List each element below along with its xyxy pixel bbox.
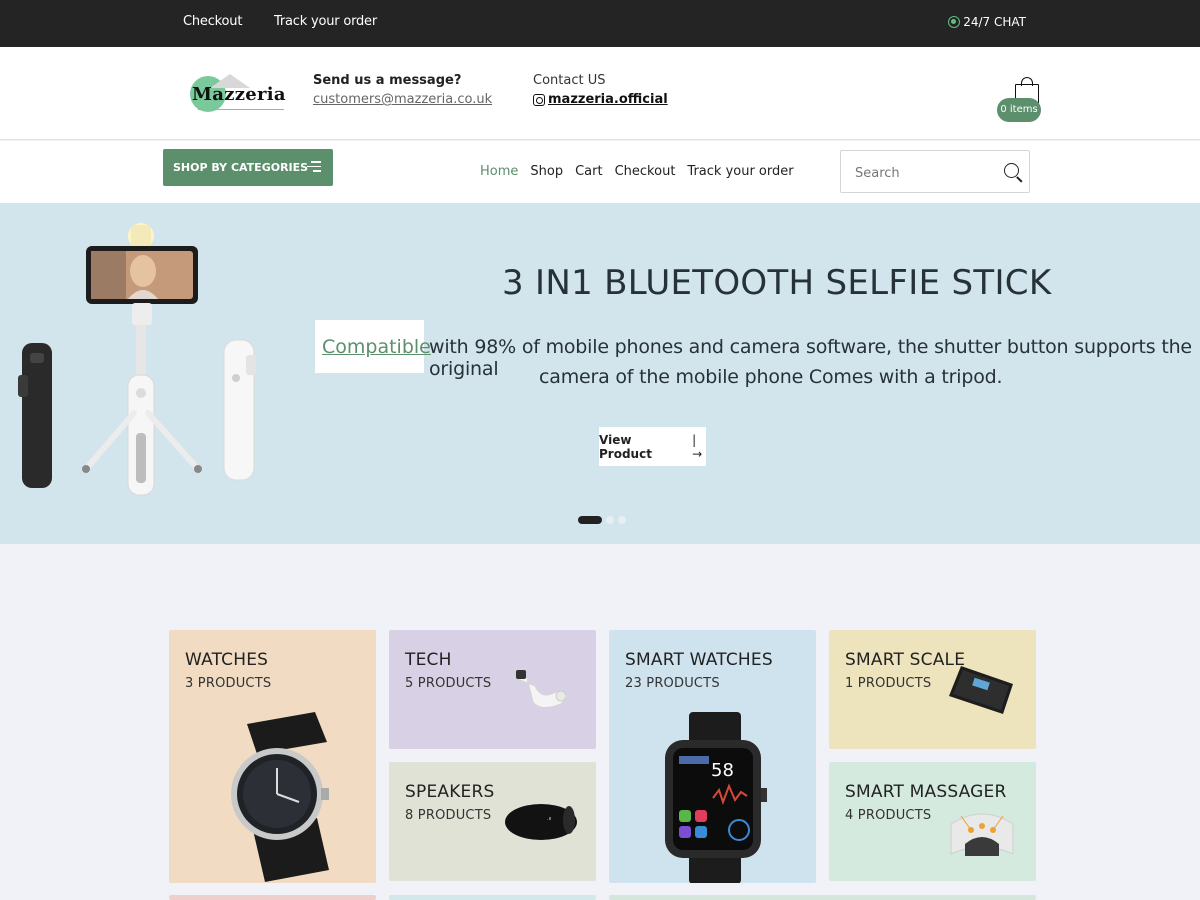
compatible-highlight: Compatible	[315, 320, 431, 373]
nav-links: Home Shop Cart Checkout Track your order	[480, 164, 794, 179]
top-bar: Checkout Track your order 24/7 CHAT	[0, 0, 1200, 47]
charging-stand-image	[514, 670, 568, 708]
category-count: 23 PRODUCTS	[625, 676, 720, 691]
instagram-link[interactable]: mazzeria.official	[533, 92, 668, 107]
category-name: WATCHES	[185, 650, 269, 670]
nav-item-cart[interactable]: Cart	[575, 164, 603, 179]
category-count: 1 PRODUCTS	[845, 676, 932, 691]
logo-text: Mazzeria	[192, 84, 286, 105]
selfie-stick-image	[18, 223, 256, 496]
category-count: 5 PRODUCTS	[405, 676, 492, 691]
view-product-label: View Product	[599, 432, 652, 461]
arrow-right-icon: |→	[692, 432, 703, 461]
contact-heading: Contact US	[533, 73, 606, 88]
category-card-tech[interactable]: TECH 5 PRODUCTS	[389, 630, 596, 749]
topbar-track-order-link[interactable]: Track your order	[274, 14, 377, 29]
category-card-partial[interactable]	[609, 895, 1036, 900]
search-icon[interactable]	[1004, 163, 1019, 178]
svg-text:58: 58	[711, 760, 734, 781]
menu-icon	[307, 161, 321, 173]
email-link[interactable]: customers@mazzeria.co.uk	[313, 92, 492, 107]
compatible-link[interactable]: Compatible	[322, 336, 431, 358]
watch-image	[231, 712, 329, 882]
smart-watch-image: 58	[665, 712, 767, 883]
chat-link[interactable]: 24/7 CHAT	[948, 15, 1026, 29]
hero-description-line2: camera of the mobile phone Comes with a …	[539, 366, 1003, 388]
smart-scale-image	[949, 666, 1013, 714]
category-card-partial[interactable]	[389, 895, 596, 900]
chat-bubble-icon	[948, 16, 961, 28]
slider-dot[interactable]	[578, 516, 602, 524]
instagram-handle: mazzeria.official	[548, 92, 668, 107]
topbar-checkout-link[interactable]: Checkout	[183, 14, 242, 29]
slider-dot[interactable]	[606, 516, 614, 524]
category-name: SMART WATCHES	[625, 650, 773, 670]
chat-label: 24/7 CHAT	[963, 15, 1026, 29]
category-name: SPEAKERS	[405, 782, 495, 802]
message-block: Send us a message? customers@mazzeria.co…	[313, 73, 492, 107]
message-heading: Send us a message?	[313, 73, 462, 88]
cart-count-badge: 0 items	[997, 98, 1041, 122]
hero-slider: 3 IN1 BLUETOOTH SELFIE STICK Compatible …	[0, 203, 1200, 544]
category-card-partial[interactable]	[169, 895, 376, 900]
category-card-smart-massager[interactable]: SMART MASSAGER 4 PRODUCTS	[829, 762, 1036, 881]
massager-image	[950, 813, 1014, 856]
category-name: TECH	[405, 650, 452, 670]
search-box	[840, 150, 1030, 193]
slider-dot[interactable]	[618, 516, 626, 524]
nav-item-track-order[interactable]: Track your order	[687, 164, 793, 179]
slider-dots	[578, 516, 626, 524]
logo[interactable]: Mazzeria	[190, 74, 286, 116]
view-product-button[interactable]: View Product |→	[599, 427, 706, 466]
cart-button[interactable]: 0 items	[997, 77, 1041, 127]
nav-item-home[interactable]: Home	[480, 164, 518, 179]
category-count: 3 PRODUCTS	[185, 676, 272, 691]
category-count: 8 PRODUCTS	[405, 808, 492, 823]
shop-by-categories-label: SHOP BY CATEGORIES	[173, 161, 309, 174]
category-card-smart-scale[interactable]: SMART SCALE 1 PRODUCTS	[829, 630, 1036, 749]
category-name: SMART MASSAGER	[845, 782, 1007, 802]
svg-text:.ıı: .ıı	[547, 816, 551, 822]
hero-title: 3 IN1 BLUETOOTH SELFIE STICK	[502, 263, 1052, 303]
site-header: Mazzeria Send us a message? customers@ma…	[0, 47, 1200, 140]
category-card-speakers[interactable]: SPEAKERS 8 PRODUCTS .ıı	[389, 762, 596, 881]
nav-item-checkout[interactable]: Checkout	[615, 164, 676, 179]
shop-by-categories-button[interactable]: SHOP BY CATEGORIES	[163, 149, 333, 186]
instagram-icon	[533, 93, 545, 106]
speaker-image: .ıı	[505, 804, 577, 840]
category-card-watches[interactable]: WATCHES 3 PRODUCTS	[169, 630, 376, 883]
nav-item-shop[interactable]: Shop	[530, 164, 563, 179]
contact-block: Contact US mazzeria.official	[533, 73, 668, 107]
category-card-smart-watches[interactable]: SMART WATCHES 23 PRODUCTS 58	[609, 630, 816, 883]
search-input[interactable]	[855, 163, 995, 183]
category-count: 4 PRODUCTS	[845, 808, 932, 823]
main-nav: SHOP BY CATEGORIES Home Shop Cart Checko…	[0, 141, 1200, 203]
